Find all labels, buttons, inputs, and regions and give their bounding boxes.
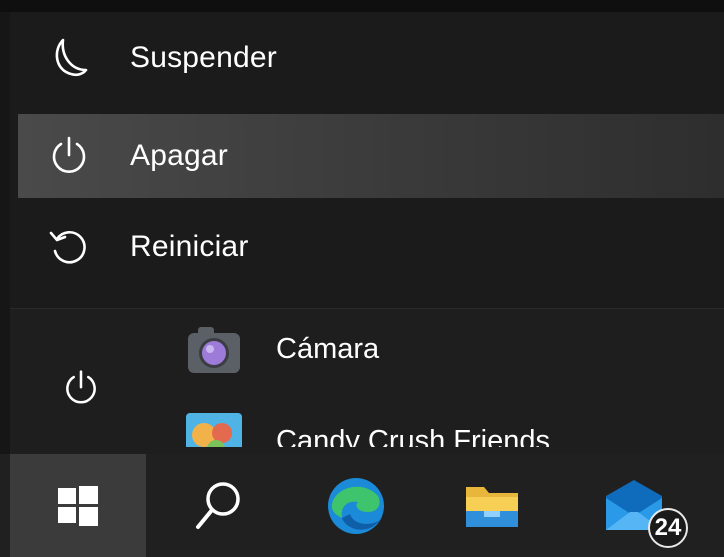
restart-icon (44, 222, 94, 272)
edge-button[interactable] (288, 454, 424, 557)
power-button[interactable] (58, 365, 104, 411)
folder-icon (466, 486, 518, 527)
menu-item-label: Apagar (130, 139, 228, 172)
app-label: Candy Crush Friends (276, 425, 550, 447)
screen: Suspender Apagar Reiniciar Cámara Candy … (0, 0, 724, 557)
start-button[interactable] (10, 454, 146, 557)
file-explorer-button[interactable] (424, 454, 560, 557)
edge-browser-icon (328, 477, 384, 534)
app-candy-crush[interactable]: Candy Crush Friends (186, 407, 550, 447)
moon-icon (44, 33, 94, 83)
mail-unread-badge: 24 (648, 508, 688, 548)
menu-item-label: Suspender (130, 41, 277, 74)
mail-button[interactable]: 24 (566, 454, 702, 557)
windows-logo-icon (58, 485, 98, 526)
taskbar: 24 (0, 454, 724, 557)
menu-item-restart[interactable]: Reiniciar (18, 205, 724, 289)
search-button[interactable] (150, 454, 286, 557)
top-strip (0, 0, 724, 12)
menu-item-shutdown[interactable]: Apagar (18, 114, 724, 198)
app-camera[interactable]: Cámara (186, 319, 379, 379)
app-label: Cámara (276, 332, 380, 365)
candy-crush-icon (186, 413, 242, 447)
start-menu-body: Cámara Candy Crush Friends (10, 309, 724, 454)
power-options-menu: Suspender Apagar Reiniciar (10, 12, 724, 309)
power-icon (44, 131, 94, 181)
menu-item-suspend[interactable]: Suspender (18, 16, 724, 100)
menu-item-label: Reiniciar (130, 230, 249, 263)
search-icon (196, 481, 240, 529)
camera-icon (186, 323, 242, 375)
power-icon (66, 370, 96, 404)
